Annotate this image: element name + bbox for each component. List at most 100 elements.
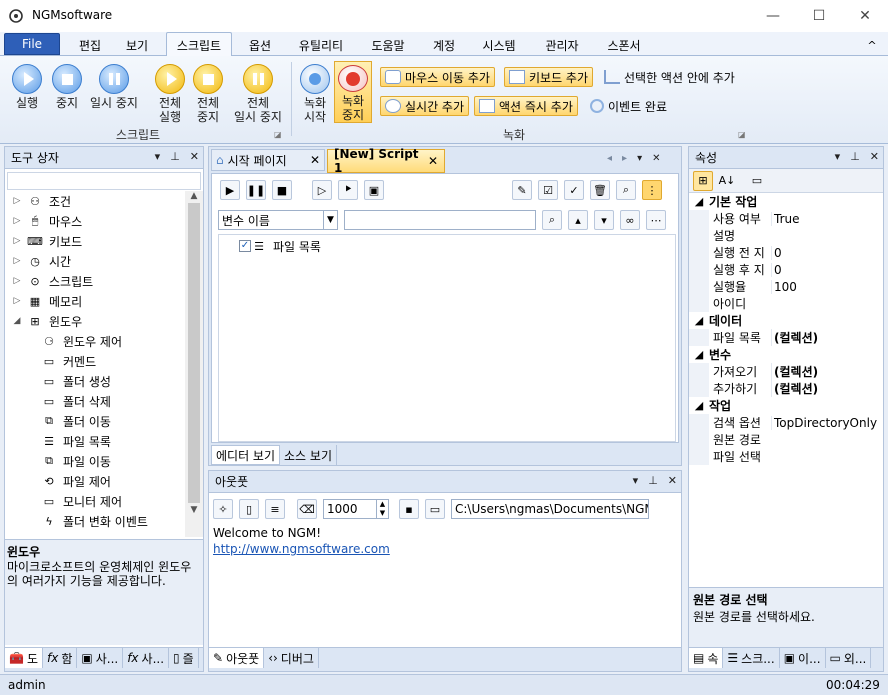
step-into-icon[interactable]: ▣ bbox=[364, 180, 384, 200]
property-row[interactable]: 파일 선택 bbox=[689, 448, 883, 465]
more-icon[interactable]: ⋯ bbox=[646, 210, 666, 230]
lines-icon[interactable]: ≡ bbox=[265, 499, 285, 519]
collapse-icon[interactable]: ◢ bbox=[689, 348, 709, 361]
wand-icon[interactable]: ✧ bbox=[213, 499, 233, 519]
menu-tab-view[interactable]: 보기 bbox=[116, 34, 158, 56]
dropdown-icon[interactable]: ▾ bbox=[637, 153, 642, 164]
dropdown-icon[interactable]: ▾ bbox=[155, 150, 161, 163]
property-row[interactable]: 가져오기 (컬렉션) bbox=[689, 363, 883, 380]
pin-icon[interactable]: ⊥ bbox=[170, 150, 180, 163]
stop-icon[interactable]: ■ bbox=[272, 180, 292, 200]
property-category[interactable]: ◢ 기본 작업 bbox=[689, 193, 883, 210]
tree-item-window-control[interactable]: ⚆ 윈도우 제어 bbox=[11, 331, 183, 351]
scroll-thumb[interactable] bbox=[188, 203, 200, 503]
move-down-icon[interactable]: ▾ bbox=[594, 210, 614, 230]
menu-tab-help[interactable]: 도움말 bbox=[362, 34, 414, 56]
checkbox-checked-icon[interactable]: ✓ bbox=[239, 240, 251, 252]
folder-open-icon[interactable]: ▭ bbox=[425, 499, 445, 519]
property-category[interactable]: ◢ 작업 bbox=[689, 397, 883, 414]
move-up-icon[interactable]: ▴ bbox=[568, 210, 588, 230]
expand-icon[interactable]: ▷ bbox=[11, 216, 23, 226]
variable-select[interactable]: 변수 이름 ▼ bbox=[218, 210, 338, 230]
tree-item-command[interactable]: ▭ 커멘드 bbox=[11, 351, 183, 371]
variable-search-input[interactable] bbox=[344, 210, 536, 230]
menu-tab-edit[interactable]: 편집 bbox=[70, 34, 110, 56]
line-count-stepper[interactable]: 1000 ▲ ▼ bbox=[323, 499, 389, 519]
property-row[interactable]: 실행율 100 bbox=[689, 278, 883, 295]
property-row[interactable]: 원본 경로 bbox=[689, 431, 883, 448]
search-icon[interactable]: ⌕ bbox=[616, 180, 636, 200]
panel-close-icon[interactable]: ✕ bbox=[668, 474, 677, 487]
tree-item-file-control[interactable]: ⟲ 파일 제어 bbox=[11, 471, 183, 491]
property-row[interactable]: 설명 bbox=[689, 227, 883, 244]
panel-close-icon[interactable]: ✕ bbox=[652, 153, 660, 164]
add-in-selected-button[interactable]: 선택한 액션 안에 추가 bbox=[600, 67, 739, 87]
categorized-icon[interactable]: ⊞ bbox=[693, 170, 713, 191]
pause-button[interactable]: 일시 중지 bbox=[86, 64, 142, 110]
script-item-file-list[interactable]: ✓ ☰ 파일 목록 bbox=[219, 236, 675, 256]
menu-tab-options[interactable]: 옵션 bbox=[240, 34, 280, 56]
delete-icon[interactable]: 🗑 bbox=[590, 180, 610, 200]
property-row[interactable]: 실행 후 지 0 bbox=[689, 261, 883, 278]
run-all-button[interactable]: 전체 실행 bbox=[152, 64, 188, 124]
record-group-launcher-icon[interactable]: ◪ bbox=[738, 130, 746, 139]
sort-az-icon[interactable]: A↓ bbox=[717, 171, 737, 191]
pin-icon[interactable]: ⊥ bbox=[648, 474, 658, 487]
tab-user-func[interactable]: fx 사... bbox=[123, 648, 170, 668]
tree-view-icon[interactable]: ⋮ bbox=[642, 180, 662, 200]
tab-source-view[interactable]: 소스 보기 bbox=[280, 445, 337, 465]
search-icon[interactable]: ⌕ bbox=[542, 210, 562, 230]
run-button[interactable]: 실행 bbox=[10, 64, 44, 110]
tab-close-icon[interactable]: ✕ bbox=[310, 153, 320, 167]
property-value[interactable]: 100 bbox=[771, 279, 797, 294]
tab-output[interactable]: ✎ 아웃풋 bbox=[209, 648, 265, 668]
tree-item-mouse[interactable]: ▷ 🖱 마우스 bbox=[11, 211, 183, 231]
collapse-icon[interactable]: ◢ bbox=[689, 399, 709, 412]
property-value[interactable]: 0 bbox=[771, 245, 782, 260]
stop-all-button[interactable]: 전체 중지 bbox=[190, 64, 226, 124]
property-value[interactable]: True bbox=[771, 211, 800, 226]
script-group-launcher-icon[interactable]: ◪ bbox=[274, 130, 282, 139]
tree-item-time[interactable]: ▷ ◷ 시간 bbox=[11, 251, 183, 271]
menu-tab-sponsor[interactable]: 스폰서 bbox=[598, 34, 650, 56]
add-realtime-button[interactable]: 실시간 추가 bbox=[380, 96, 470, 116]
panel-close-icon[interactable]: ✕ bbox=[190, 150, 199, 163]
tab-close-icon[interactable]: ✕ bbox=[428, 154, 438, 168]
tab-user-1[interactable]: ▣ 사... bbox=[77, 648, 124, 668]
property-value[interactable]: (컬렉션) bbox=[771, 363, 818, 380]
tab-debug[interactable]: ‹› 디버그 bbox=[264, 648, 319, 668]
tree-item-folder-event[interactable]: ϟ 폴더 변화 이벤트 bbox=[11, 511, 183, 531]
ribbon-collapse-icon[interactable]: ^ bbox=[862, 34, 882, 56]
tab-favorites[interactable]: ▯ 즐 bbox=[169, 648, 199, 668]
save-icon[interactable]: ▪ bbox=[399, 499, 419, 519]
pause-all-button[interactable]: 전체 일시 중지 bbox=[230, 64, 286, 124]
property-value[interactable]: (컬렉션) bbox=[771, 329, 818, 346]
menu-tab-account[interactable]: 계정 bbox=[424, 34, 464, 56]
minimize-button[interactable]: — bbox=[750, 0, 796, 32]
menu-tab-system[interactable]: 시스템 bbox=[474, 34, 524, 56]
event-done-button[interactable]: 이벤트 완료 bbox=[586, 96, 671, 116]
tree-item-keyboard[interactable]: ▷ ⌨ 키보드 bbox=[11, 231, 183, 251]
tab-toolbox[interactable]: 🧰 도 bbox=[5, 648, 43, 668]
tab-images[interactable]: ▣ 이... bbox=[780, 648, 826, 668]
property-row[interactable]: 파일 목록 (컬렉션) bbox=[689, 329, 883, 346]
dropdown-icon[interactable]: ▾ bbox=[835, 150, 841, 163]
tree-item-script[interactable]: ▷ ⊙ 스크립트 bbox=[11, 271, 183, 291]
tab-external[interactable]: ▭ 외... bbox=[826, 648, 872, 668]
record-start-button[interactable]: 녹화 시작 bbox=[298, 64, 332, 124]
tab-properties[interactable]: ▤ 속 bbox=[689, 648, 724, 668]
tab-start-page[interactable]: ⌂ 시작 페이지 ✕ bbox=[211, 149, 325, 171]
toolbox-search-input[interactable] bbox=[7, 172, 201, 190]
collapse-icon[interactable]: ◢ bbox=[11, 316, 23, 326]
menu-tab-admin[interactable]: 관리자 bbox=[536, 34, 588, 56]
chevron-down-icon[interactable]: ▼ bbox=[323, 211, 337, 229]
play-icon[interactable]: ▶ bbox=[220, 180, 240, 200]
check-all-icon[interactable]: ☑ bbox=[538, 180, 558, 200]
expand-icon[interactable]: ▷ bbox=[11, 236, 23, 246]
pin-icon[interactable]: ⊥ bbox=[850, 150, 860, 163]
property-category[interactable]: ◢ 데이터 bbox=[689, 312, 883, 329]
edit-icon[interactable]: ✎ bbox=[512, 180, 532, 200]
add-keyboard-button[interactable]: 키보드 추가 bbox=[504, 67, 594, 87]
property-pages-icon[interactable]: ▭ bbox=[747, 171, 767, 191]
tab-functions[interactable]: fx 함 bbox=[43, 648, 78, 668]
